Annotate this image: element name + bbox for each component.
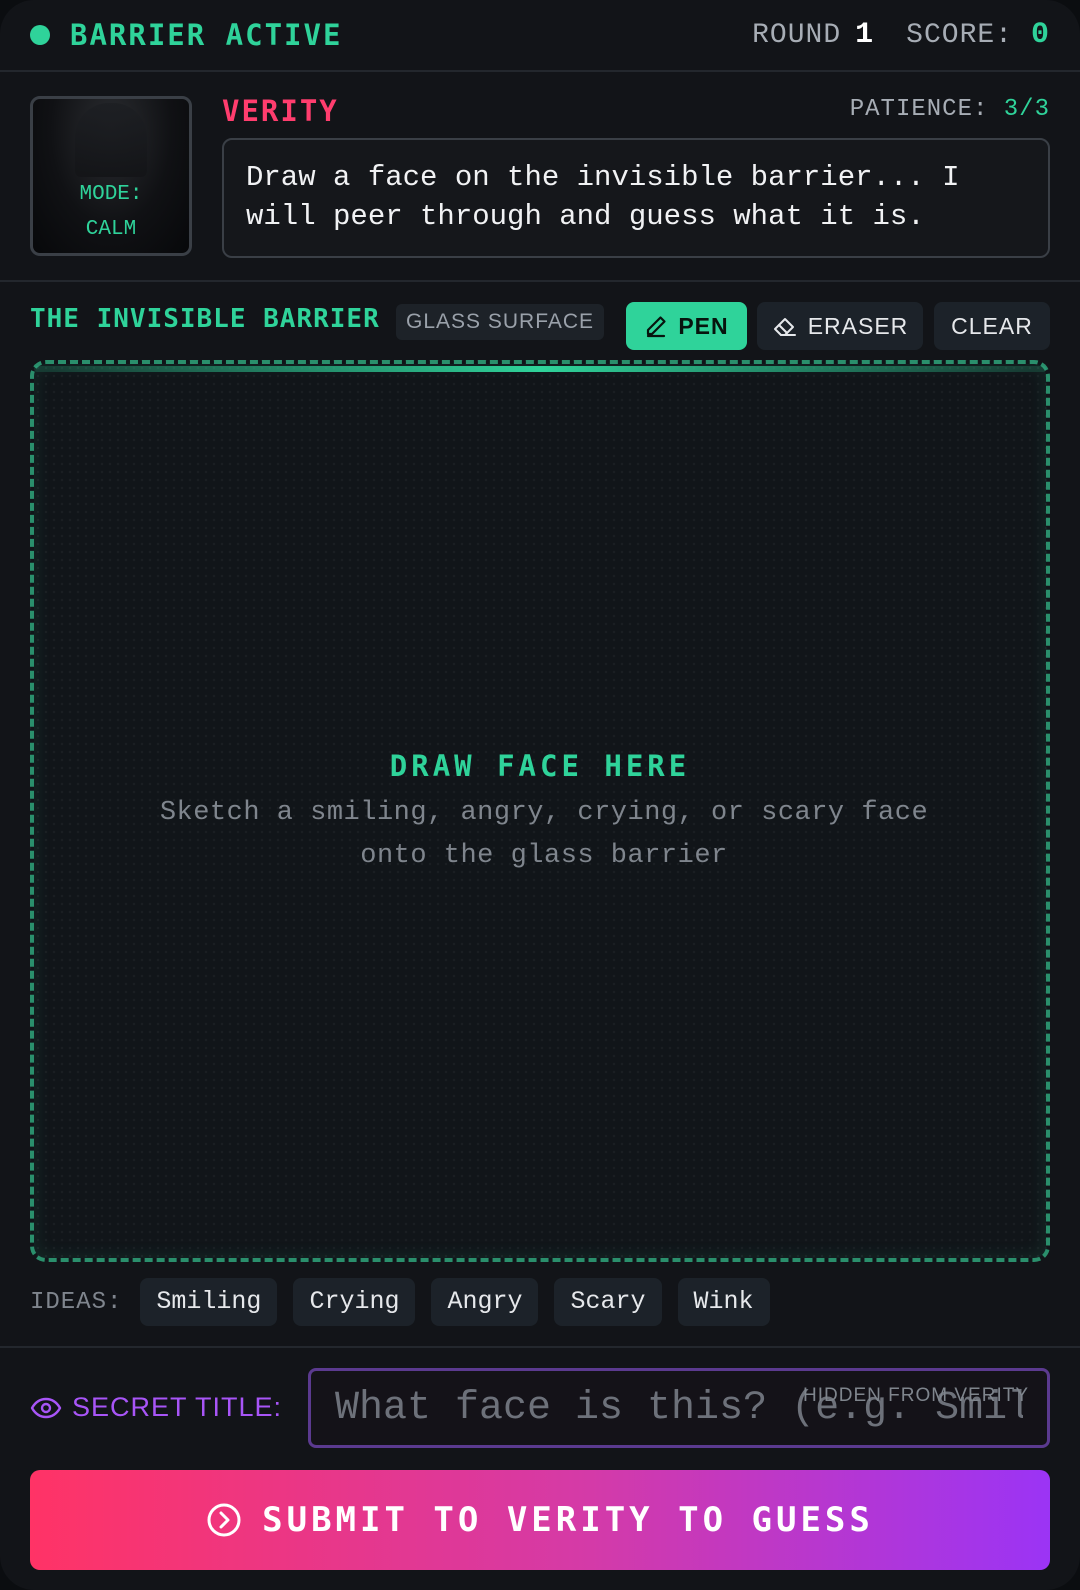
score-label: SCORE: [906,20,1013,51]
ideas-row: IDEAS: Smiling Crying Angry Scary Wink [30,1278,786,1326]
character-panel: MODE: CALM VERITY PATIENCE: 3/3 Draw a f… [0,72,1080,282]
canvas-prompt-title: DRAW FACE HERE [389,749,691,783]
patience-value: 3/3 [1003,96,1050,123]
canvas-glow-line [34,366,1046,372]
eye-icon [30,1397,62,1418]
eraser-tool-button[interactable]: ERASER [757,302,923,350]
top-bar: BARRIER ACTIVE ROUND 1 SCORE: 0 [0,0,1080,72]
barrier-title: THE INVISIBLE BARRIER [30,304,380,334]
character-portrait: MODE: CALM [30,96,192,256]
game-screen: BARRIER ACTIVE ROUND 1 SCORE: 0 MODE: CA… [0,0,1080,1590]
barrier-toolbar: THE INVISIBLE BARRIER GLASS SURFACE PEN … [0,282,1080,354]
character-name: VERITY [222,94,339,128]
pen-tool-button[interactable]: PEN [626,302,747,350]
status-indicator-icon [30,25,50,45]
surface-tag: GLASS SURFACE [396,304,605,340]
score-value: 0 [1030,18,1050,52]
hud: ROUND 1 SCORE: 0 [752,18,1050,52]
idea-chip-wink[interactable]: Wink [677,1278,770,1326]
patience-label: PATIENCE: [849,96,989,123]
submit-guess-button[interactable]: SUBMIT TO VERITY TO GUESS [30,1470,1050,1570]
secret-title-input[interactable] [311,1371,1047,1445]
idea-chip-scary[interactable]: Scary [554,1278,662,1326]
eraser-icon [773,318,796,336]
ideas-label: IDEAS: [30,1288,123,1316]
pen-tool-label: PEN [678,312,729,339]
patience-meter: PATIENCE: 3/3 [850,96,1050,123]
pencil-icon [647,316,666,338]
mode-label: MODE: [79,183,143,206]
section-divider [0,1346,1080,1348]
submit-guess-label: SUBMIT TO VERITY TO GUESS [262,1500,874,1540]
mode-value: CALM [85,218,137,241]
drawing-canvas[interactable]: DRAW FACE HERE Sketch a smiling, angry, … [30,360,1050,1262]
character-mode: MODE: CALM [33,177,189,247]
secret-title-text: SECRET TITLE: [72,1392,283,1422]
round-label: ROUND [752,20,842,51]
clear-canvas-button[interactable]: CLEAR [934,302,1050,350]
secret-title-field: HIDDEN FROM VERITY [308,1368,1050,1448]
barrier-status: BARRIER ACTIVE [70,18,343,52]
round-value: 1 [855,18,875,52]
idea-chip-angry[interactable]: Angry [431,1278,539,1326]
circle-arrow-right-icon [207,1503,241,1537]
eraser-tool-label: ERASER [807,312,909,339]
character-speech-bubble: Draw a face on the invisible barrier... … [222,138,1050,258]
idea-chip-crying[interactable]: Crying [293,1278,416,1326]
secret-title-label: SECRET TITLE: [30,1392,282,1423]
idea-chip-smiling[interactable]: Smiling [140,1278,278,1326]
character-silhouette [75,103,147,177]
canvas-prompt-hint: Sketch a smiling, angry, crying, or scar… [159,798,929,871]
